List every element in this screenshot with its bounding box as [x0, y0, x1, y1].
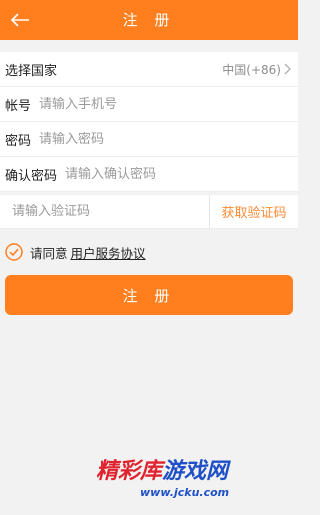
- password-label: 密码: [5, 133, 32, 149]
- page-title: 注 册: [122, 11, 176, 29]
- country-row[interactable]: 选择国家 中国(+86): [0, 52, 298, 87]
- arrow-left-icon: [10, 13, 29, 27]
- confirm-password-label: 确认密码: [5, 168, 58, 184]
- verification-code-input[interactable]: [12, 204, 209, 219]
- verification-row: 获取验证码: [0, 194, 298, 229]
- watermark-logo: 精彩库游戏网: [96, 453, 229, 484]
- register-button[interactable]: 注 册: [5, 275, 293, 315]
- account-row: 帐号: [0, 87, 298, 122]
- account-label: 帐号: [5, 98, 32, 114]
- confirm-password-input[interactable]: [65, 166, 292, 182]
- agreement-prefix: 请同意: [30, 245, 68, 261]
- watermark-text: 精彩库游戏网: [96, 458, 229, 484]
- password-input[interactable]: [39, 131, 292, 147]
- country-value: 中国(+86): [222, 62, 281, 77]
- registration-form: 选择国家 中国(+86) 帐号 密码 确认密码: [0, 52, 298, 192]
- chevron-right-icon: [284, 63, 291, 75]
- password-row: 密码: [0, 122, 298, 157]
- agree-checkbox[interactable]: [5, 243, 23, 261]
- country-selector[interactable]: 中国(+86): [222, 61, 292, 78]
- terms-link[interactable]: 用户服务协议: [71, 243, 146, 262]
- back-button[interactable]: [0, 0, 40, 40]
- phone-input[interactable]: [39, 96, 292, 112]
- confirm-password-row: 确认密码: [0, 157, 298, 192]
- agreement-row: 请同意 用户服务协议: [5, 242, 146, 262]
- check-circle-icon: [5, 243, 23, 261]
- watermark-url: www.jcku.com: [140, 486, 230, 499]
- country-label: 选择国家: [5, 63, 58, 79]
- top-bar: 注 册: [0, 0, 298, 40]
- get-code-button[interactable]: 获取验证码: [210, 202, 298, 221]
